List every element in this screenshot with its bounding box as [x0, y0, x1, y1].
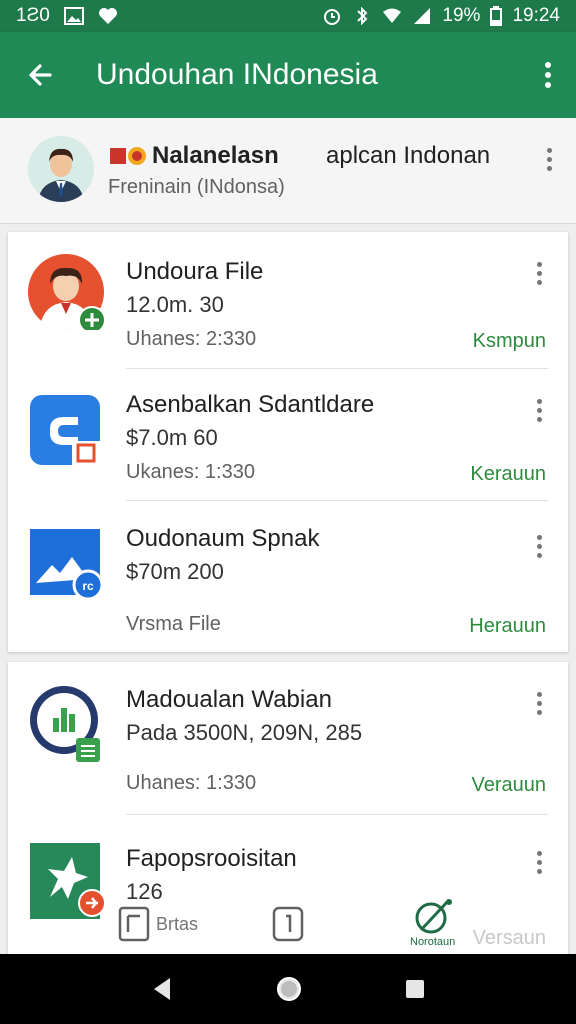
tab-box-icon [272, 906, 304, 942]
item-name: Madoualan Wabian [126, 686, 332, 713]
item-action-link[interactable]: Herauun [469, 615, 546, 638]
person-avatar-icon [28, 254, 106, 334]
mountain-icon: rc [28, 527, 104, 603]
profile-more-button[interactable] [547, 148, 552, 171]
list-item[interactable]: Undoura File 12.0m. 30 Uhanes: 2:330 Ksm… [8, 232, 568, 368]
tab-label: Norotaun [410, 936, 456, 948]
profile-description: Freninain (INdonsa) [108, 176, 285, 198]
app-title: Undouhan INdonesia [96, 58, 378, 91]
item-meta: Uhanes: 1:330 [126, 772, 257, 794]
carrier-label: 1Ƨ0 [16, 5, 50, 26]
brand-badge-icon [110, 147, 146, 165]
item-price: 12.0m. 30 [126, 292, 224, 317]
avatar [28, 136, 94, 202]
blue-app-icon [28, 393, 104, 469]
item-price: $7.0m 60 [126, 425, 218, 450]
battery-icon [490, 6, 503, 26]
overflow-menu-button[interactable] [520, 62, 576, 88]
more-vert-icon [537, 399, 542, 422]
clock: 19:24 [512, 5, 560, 26]
more-vert-icon [537, 262, 542, 285]
download-list-card: Undoura File 12.0m. 30 Uhanes: 2:330 Ksm… [8, 232, 568, 652]
tab-explore[interactable]: Norotaun [410, 898, 455, 948]
item-meta: Vrsma File [126, 613, 221, 635]
item-action-link[interactable]: Ksmpun [473, 330, 546, 353]
nav-recents-icon[interactable] [404, 978, 426, 1000]
svg-text:rc: rc [82, 579, 94, 593]
item-more-button[interactable] [537, 399, 542, 422]
list-item[interactable]: Asenbalkan Sdantldare $7.0m 60 Ukanes: 1… [8, 369, 568, 501]
item-more-button[interactable] [537, 692, 542, 715]
signal-icon [414, 8, 431, 24]
bluetooth-icon [357, 7, 368, 25]
list-item[interactable]: Madoualan Wabian Pada 3500N, 209N, 285 U… [8, 662, 568, 814]
app-bar: Undouhan INdonesia [0, 32, 576, 118]
item-price: Pada 3500N, 209N, 285 [126, 720, 363, 745]
nav-back-icon[interactable] [150, 976, 174, 1002]
bottom-tab-bar: Brtas Norotaun [100, 898, 560, 954]
item-action-link[interactable]: Verauun [471, 774, 546, 797]
more-vert-icon [537, 692, 542, 715]
back-button[interactable] [0, 32, 80, 118]
item-meta: Uhanes: 2:330 [126, 328, 257, 350]
star-icon [28, 841, 106, 919]
wifi-icon [383, 8, 402, 23]
nav-home-icon[interactable] [275, 975, 303, 1003]
person-icon [28, 136, 94, 202]
item-more-button[interactable] [537, 262, 542, 285]
item-name: Fapopsrooisitan [126, 845, 297, 872]
item-action-link[interactable]: Kerauun [470, 463, 546, 486]
item-meta: Ukanes: 1:330 [126, 461, 255, 483]
more-vert-icon [545, 62, 551, 88]
more-vert-icon [547, 148, 552, 171]
alarm-icon [324, 9, 341, 25]
item-more-button[interactable] [537, 535, 542, 558]
profile-name-row: Nalanelasn [110, 142, 279, 170]
arrow-back-icon [29, 64, 52, 86]
system-nav-bar [0, 954, 576, 1024]
list-item[interactable]: rc Oudonaum Spnak $70m 200 Vrsma File He… [8, 501, 568, 651]
tab-browse[interactable]: Brtas [118, 906, 198, 942]
battery-percent: 19% [442, 5, 481, 26]
profile-name: Nalanelasn [152, 142, 279, 169]
tab-compass-icon [415, 898, 452, 934]
profile-header[interactable]: Nalanelasn aplcan Indonan Freninain (INd… [0, 118, 576, 224]
tab-label: Brtas [156, 913, 199, 934]
more-vert-icon [537, 535, 542, 558]
item-price: $70m 200 [126, 559, 224, 584]
item-name: Oudonaum Spnak [126, 525, 320, 552]
profile-subtitle: aplcan Indonan [326, 142, 491, 169]
chart-icon [28, 684, 104, 762]
tab-home-icon [118, 906, 150, 942]
more-vert-icon [537, 851, 542, 874]
heart-icon [98, 8, 117, 24]
item-more-button[interactable] [537, 851, 542, 874]
item-name: Asenbalkan Sdantldare [126, 391, 375, 418]
tab-library[interactable] [272, 906, 304, 942]
status-bar: 1Ƨ0 19% 19:24 [0, 0, 576, 32]
image-icon [63, 7, 84, 25]
item-name: Undoura File [126, 258, 264, 285]
